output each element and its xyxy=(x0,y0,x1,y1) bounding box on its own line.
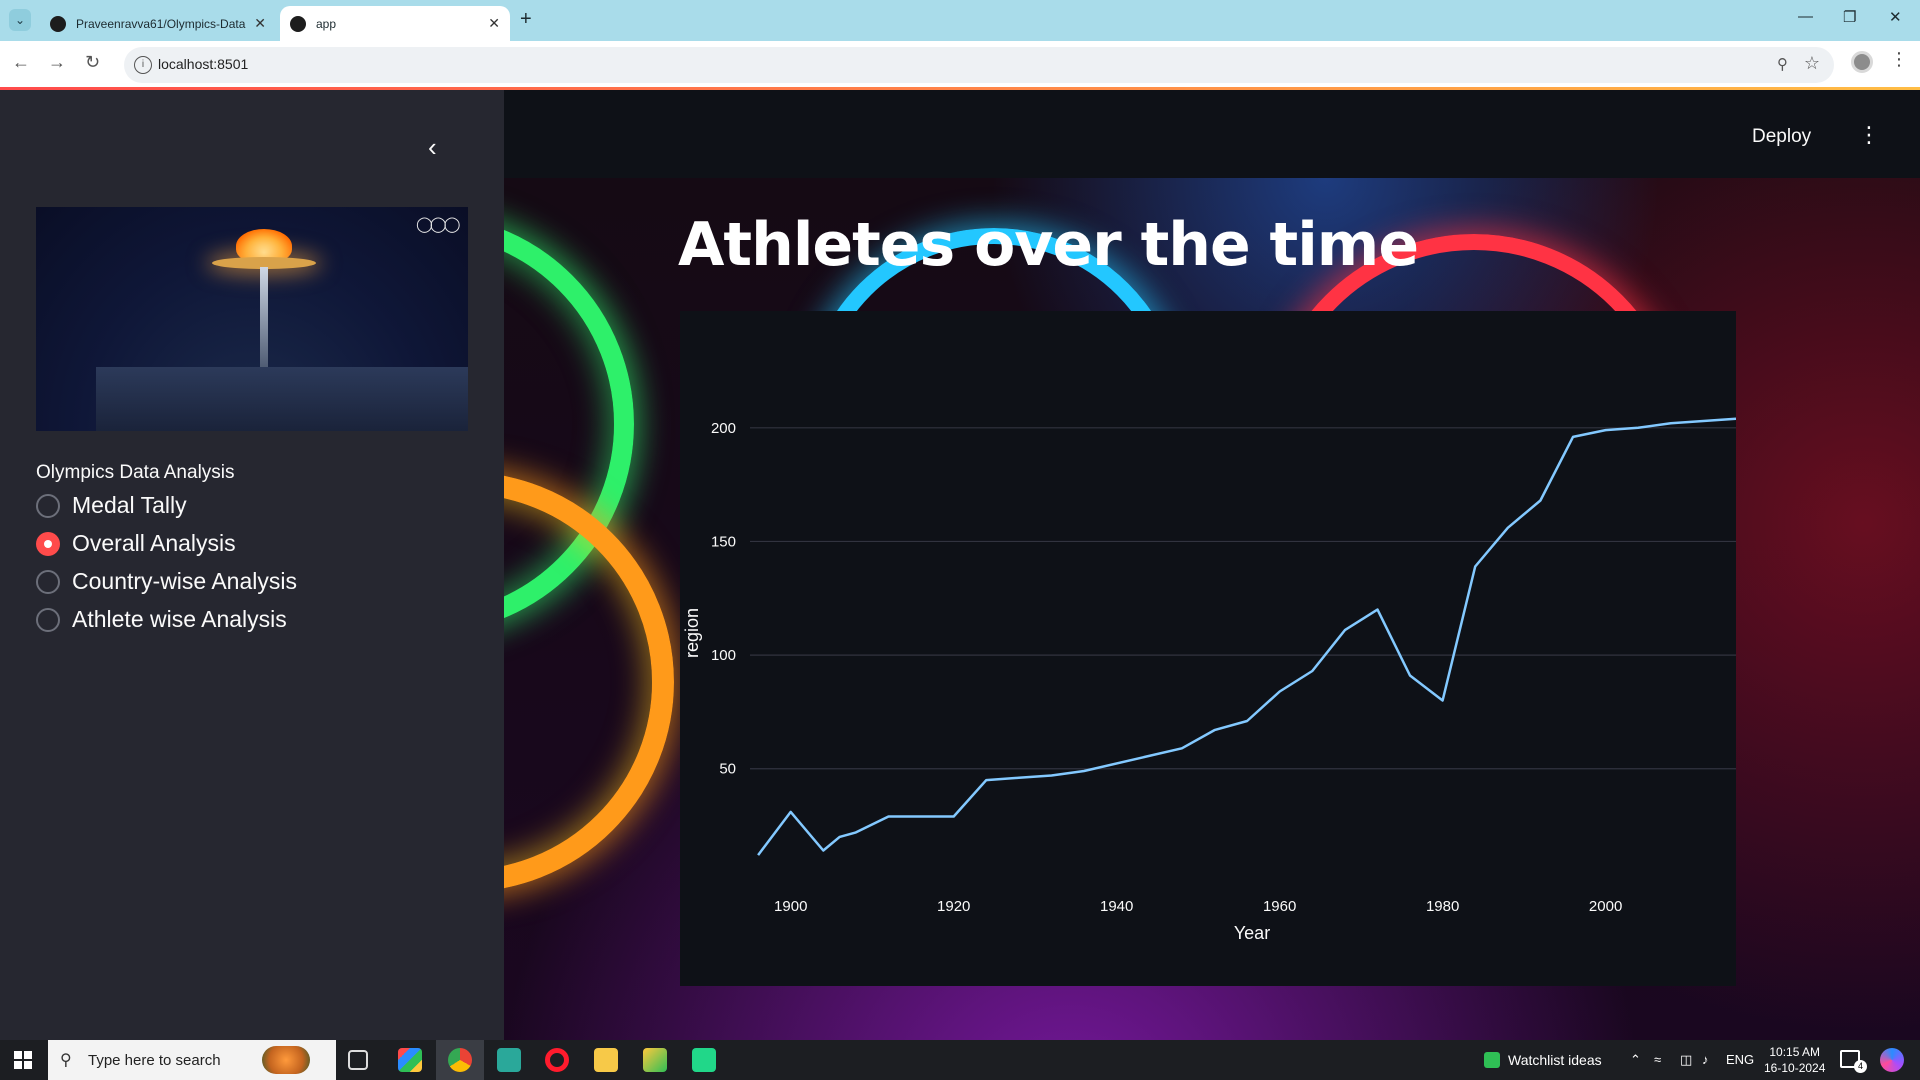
pycharm-icon[interactable] xyxy=(692,1048,716,1072)
network-icon[interactable]: ≈ xyxy=(1654,1052,1661,1067)
deploy-button[interactable]: Deploy xyxy=(1752,126,1811,148)
url-text[interactable]: localhost:8501 xyxy=(158,56,248,72)
stadium-graphic xyxy=(96,367,468,431)
y-axis-label: region xyxy=(682,608,702,658)
opera-icon[interactable] xyxy=(545,1048,569,1072)
streamlit-icon xyxy=(290,15,306,32)
tab-search-button[interactable]: ⌄ xyxy=(9,9,31,31)
taskbar-search[interactable]: ⚲ Type here to search xyxy=(48,1040,336,1080)
chart-svg: 50 100 150 200 1900 1920 1940 1960 1980 2000 Year… xyxy=(682,417,1736,943)
radio-option-athlete-wise-analysis[interactable]: Athlete wise Analysis xyxy=(36,606,287,633)
clock-time: 10:15 AM xyxy=(1769,1045,1821,1059)
series-line[interactable] xyxy=(757,417,1736,856)
volume-icon[interactable]: ♪ xyxy=(1702,1052,1709,1067)
x-tick-label: 1960 xyxy=(1263,898,1296,915)
grid-layer xyxy=(750,427,1736,770)
tab-title: app xyxy=(316,16,337,31)
radio-option-overall-analysis[interactable]: Overall Analysis xyxy=(36,530,236,557)
windows-start-icon[interactable] xyxy=(14,1051,32,1069)
y-tick-label: 200 xyxy=(711,420,736,437)
collapse-sidebar-icon[interactable]: ‹ xyxy=(428,132,437,163)
copilot-icon[interactable] xyxy=(1880,1048,1904,1072)
address-bar[interactable]: i localhost:8501 ⚲ ☆ xyxy=(124,47,1834,83)
radio-circle-icon[interactable] xyxy=(36,493,60,518)
search-icon: ⚲ xyxy=(60,1052,72,1069)
notification-count-badge: 4 xyxy=(1854,1060,1867,1073)
language-indicator[interactable]: ENG xyxy=(1726,1052,1754,1067)
bookmark-star-icon[interactable]: ☆ xyxy=(1804,53,1820,74)
windows-taskbar: ⚲ Type here to search Watchlist ideas ⌃ … xyxy=(0,1040,1920,1080)
site-info-icon[interactable]: i xyxy=(134,56,152,74)
x-tick-label: 1980 xyxy=(1426,898,1459,915)
olympic-flame-image: ◯◯◯ xyxy=(36,207,468,431)
m-app-icon[interactable] xyxy=(497,1048,521,1072)
new-tab-button[interactable]: + xyxy=(520,8,532,31)
close-icon[interactable]: ✕ xyxy=(488,15,500,32)
browser-toolbar: ← → ↻ i localhost:8501 ⚲ ☆ ⋮ xyxy=(0,41,1920,89)
system-clock[interactable]: 10:15 AM 16-10-2024 xyxy=(1764,1044,1825,1076)
search-placeholder[interactable]: Type here to search xyxy=(88,1052,221,1069)
y-tick-label: 150 xyxy=(711,533,736,550)
browser-tabstrip: ⌄ Praveenravva61/Olympics-Data ✕ app ✕ +… xyxy=(0,0,1920,41)
radio-circle-icon[interactable] xyxy=(36,607,60,632)
reload-icon[interactable]: ↻ xyxy=(85,52,100,73)
y-tick-label: 100 xyxy=(711,647,736,664)
task-view-icon[interactable] xyxy=(348,1050,368,1070)
x-axis-label: Year xyxy=(1234,923,1270,943)
watchlist-widget[interactable]: Watchlist ideas xyxy=(1484,1052,1602,1068)
minimize-icon[interactable]: — xyxy=(1798,8,1813,25)
chrome-icon[interactable] xyxy=(448,1048,472,1072)
sidebar: ‹ ◯◯◯ Olympics Data Analysis Medal Tally… xyxy=(0,90,504,1040)
radio-option-country-wise-analysis[interactable]: Country-wise Analysis xyxy=(36,568,297,595)
main-content: Deploy ⋮ Athletes over the time 50 100 150… xyxy=(504,90,1920,1040)
radio-option-label[interactable]: Country-wise Analysis xyxy=(72,568,297,595)
x-tick-label: 2000 xyxy=(1589,898,1622,915)
browser-tab-app[interactable]: app ✕ xyxy=(280,6,510,41)
cauldron-stem-graphic xyxy=(260,267,268,372)
zoom-icon[interactable]: ⚲ xyxy=(1777,55,1788,73)
watchlist-icon xyxy=(1484,1052,1500,1068)
browser-tab-github[interactable]: Praveenravva61/Olympics-Data ✕ xyxy=(40,6,276,41)
radio-option-label[interactable]: Overall Analysis xyxy=(72,530,236,557)
search-highlight-icon[interactable] xyxy=(262,1046,310,1074)
restore-icon[interactable]: ❐ xyxy=(1843,8,1856,26)
y-tick-label: 50 xyxy=(719,761,736,778)
app-icon[interactable] xyxy=(643,1048,667,1072)
battery-icon[interactable]: ◫ xyxy=(1680,1052,1692,1068)
file-explorer-icon[interactable] xyxy=(594,1048,618,1072)
athletes-line-chart[interactable]: 50 100 150 200 1900 1920 1940 1960 1980 2000 Year… xyxy=(680,311,1736,986)
window-close-icon[interactable]: ✕ xyxy=(1889,8,1902,26)
orange-ring-graphic xyxy=(504,472,674,892)
radio-group-label: Olympics Data Analysis xyxy=(36,462,235,483)
tray-chevron-icon[interactable]: ⌃ xyxy=(1630,1052,1641,1068)
tab-title: Praveenravva61/Olympics-Data xyxy=(76,16,246,31)
x-tick-label: 1940 xyxy=(1100,898,1133,915)
forward-icon[interactable]: → xyxy=(48,52,66,73)
olympic-rings-icon: ◯◯◯ xyxy=(416,216,460,233)
close-icon[interactable]: ✕ xyxy=(254,15,266,32)
github-icon xyxy=(50,15,66,32)
main-menu-icon[interactable]: ⋮ xyxy=(1858,122,1880,148)
tick-layer: 50 100 150 200 1900 1920 1940 1960 1980 2000 xyxy=(711,420,1622,915)
radio-option-label[interactable]: Athlete wise Analysis xyxy=(72,606,287,633)
x-tick-label: 1900 xyxy=(774,898,807,915)
browser-menu-icon[interactable]: ⋮ xyxy=(1890,49,1908,70)
page-title: Athletes over the time xyxy=(678,210,1419,280)
app-header: Deploy ⋮ xyxy=(504,90,1920,178)
radio-option-medal-tally[interactable]: Medal Tally xyxy=(36,492,187,519)
radio-option-label[interactable]: Medal Tally xyxy=(72,492,187,519)
profile-avatar-icon[interactable] xyxy=(1851,51,1873,73)
radio-selected-icon[interactable] xyxy=(36,531,60,556)
radio-circle-icon[interactable] xyxy=(36,569,60,594)
watchlist-label: Watchlist ideas xyxy=(1508,1052,1602,1068)
store-app-icon[interactable] xyxy=(398,1048,422,1072)
back-icon[interactable]: ← xyxy=(12,52,30,73)
clock-date: 16-10-2024 xyxy=(1764,1061,1826,1075)
x-tick-label: 1920 xyxy=(937,898,970,915)
